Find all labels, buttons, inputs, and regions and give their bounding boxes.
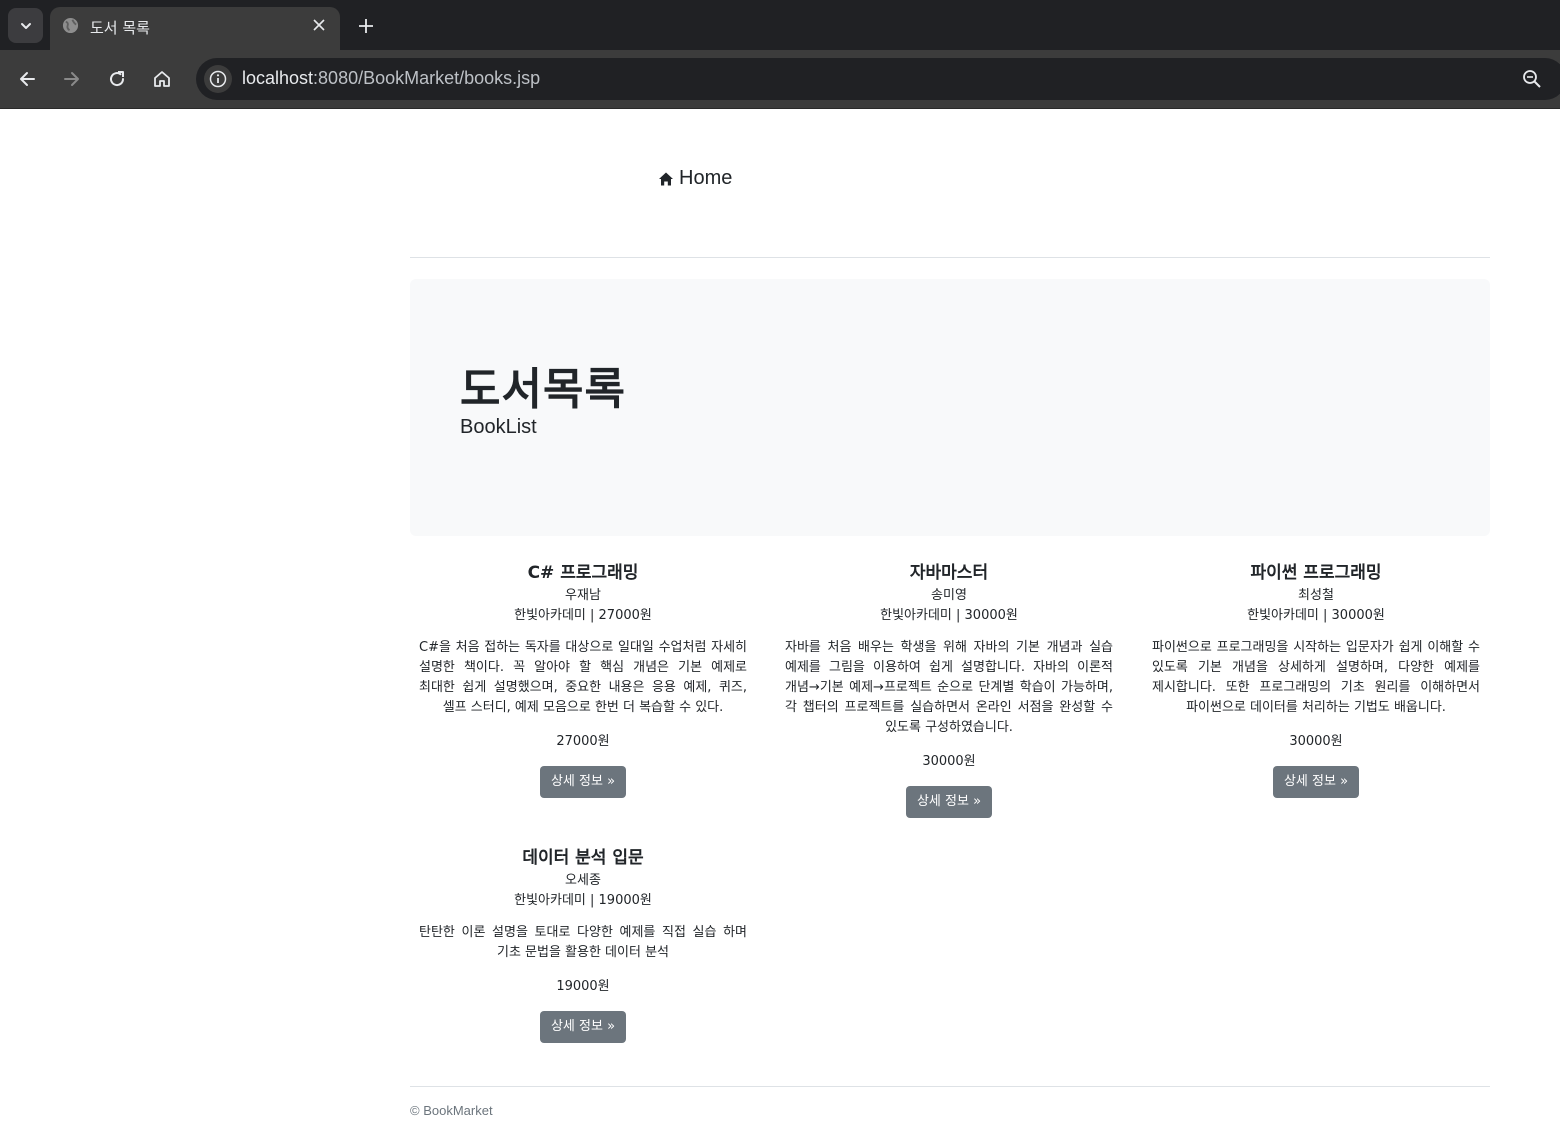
home-nav-link[interactable]: Home bbox=[658, 167, 732, 190]
browser-tab[interactable]: 도서 목록 bbox=[50, 7, 340, 50]
chevron-down-icon bbox=[20, 22, 31, 29]
book-title: C# 프로그래밍 bbox=[527, 563, 639, 583]
footer-divider bbox=[410, 1086, 1490, 1087]
url-text: localhost:8080/BookMarket/books.jsp bbox=[242, 68, 540, 89]
reload-icon bbox=[110, 71, 125, 87]
url-host: localhost bbox=[242, 68, 314, 88]
tab-close-button[interactable] bbox=[310, 16, 328, 34]
book-publisher-price: 한빛아카데미 | 30000원 bbox=[1247, 608, 1385, 623]
book-description: 자바를 처음 배우는 학생을 위해 자바의 기본 개념과 실습 예제를 그림을 … bbox=[785, 640, 1113, 735]
book-price: 30000원 bbox=[1289, 734, 1343, 749]
detail-info-button[interactable]: 상세 정보 » bbox=[905, 786, 993, 818]
book-publisher-price: 한빛아카데미 | 19000원 bbox=[514, 893, 652, 908]
book-card: C# 프로그래밍 우재남 한빛아카데미 | 27000원 C#을 처음 접하는 … bbox=[413, 560, 753, 798]
address-bar[interactable]: localhost:8080/BookMarket/books.jsp bbox=[196, 58, 1560, 100]
jumbotron: 도서목록 BookList bbox=[410, 279, 1490, 536]
book-publisher-price: 한빛아카데미 | 27000원 bbox=[514, 608, 652, 623]
tab-search-button[interactable] bbox=[8, 8, 43, 43]
book-price: 27000원 bbox=[556, 734, 610, 749]
detail-info-button[interactable]: 상세 정보 » bbox=[539, 766, 627, 798]
info-icon bbox=[209, 70, 227, 88]
tab-title: 도서 목록 bbox=[90, 19, 150, 37]
book-card: 자바마스터 송미영 한빛아카데미 | 30000원 자바를 처음 배우는 학생을… bbox=[779, 560, 1119, 818]
close-icon bbox=[313, 19, 325, 31]
page-title: 도서목록 bbox=[460, 364, 626, 415]
page-content: Home 도서목록 BookList C# 프로그래밍 우재남 한빛아카데미 |… bbox=[0, 109, 1560, 1128]
browser-toolbar: localhost:8080/BookMarket/books.jsp bbox=[0, 50, 1560, 108]
globe-icon bbox=[62, 17, 79, 34]
home-icon bbox=[154, 71, 170, 87]
detail-info-button[interactable]: 상세 정보 » bbox=[1272, 766, 1360, 798]
book-title: 파이썬 프로그래밍 bbox=[1250, 563, 1382, 583]
forward-button[interactable] bbox=[57, 64, 87, 94]
book-description: C#을 처음 접하는 독자를 대상으로 일대일 수업처럼 자세히 설명한 책이다… bbox=[419, 640, 747, 715]
house-icon bbox=[659, 172, 673, 185]
footer-copyright: © BookMarket bbox=[410, 1103, 493, 1118]
zoom-icon[interactable] bbox=[1522, 69, 1542, 89]
url-path: :8080/BookMarket/books.jsp bbox=[313, 68, 541, 88]
book-price: 19000원 bbox=[556, 979, 610, 994]
site-info-button[interactable] bbox=[204, 65, 232, 93]
book-author: 송미영 bbox=[931, 588, 967, 603]
book-title: 데이터 분석 입문 bbox=[522, 848, 644, 868]
plus-icon bbox=[359, 19, 373, 33]
book-price: 30000원 bbox=[922, 754, 976, 769]
book-publisher-price: 한빛아카데미 | 30000원 bbox=[880, 608, 1018, 623]
header-divider bbox=[410, 257, 1490, 258]
home-nav-label: Home bbox=[679, 167, 733, 189]
book-description: 파이썬으로 프로그래밍을 시작하는 입문자가 쉽게 이해할 수 있도록 기본 개… bbox=[1152, 640, 1480, 715]
book-description: 탄탄한 이론 설명을 토대로 다양한 예제를 직접 실습 하며 기초 문법을 활… bbox=[419, 925, 747, 960]
page-subtitle: BookList bbox=[460, 416, 537, 438]
browser-tabstrip: 도서 목록 bbox=[0, 0, 1560, 50]
book-card: 데이터 분석 입문 오세종 한빛아카데미 | 19000원 탄탄한 이론 설명을… bbox=[413, 845, 753, 1043]
arrow-right-icon bbox=[64, 72, 79, 86]
arrow-left-icon bbox=[20, 72, 35, 86]
book-author: 오세종 bbox=[565, 873, 601, 888]
reload-button[interactable] bbox=[102, 64, 132, 94]
book-title: 자바마스터 bbox=[909, 563, 989, 583]
new-tab-button[interactable] bbox=[352, 12, 380, 40]
book-author: 우재남 bbox=[565, 588, 601, 603]
detail-info-button[interactable]: 상세 정보 » bbox=[539, 1011, 627, 1043]
home-button[interactable] bbox=[147, 64, 177, 94]
book-author: 최성철 bbox=[1298, 588, 1334, 603]
back-button[interactable] bbox=[12, 64, 42, 94]
book-card: 파이썬 프로그래밍 최성철 한빛아카데미 | 30000원 파이썬으로 프로그래… bbox=[1146, 560, 1486, 798]
